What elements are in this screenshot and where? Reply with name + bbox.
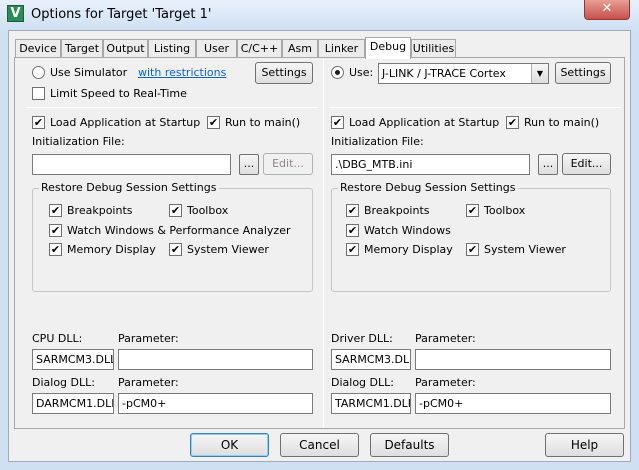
use-simulator-radio[interactable] (32, 66, 45, 79)
tab-utilities[interactable]: Utilities (411, 39, 456, 58)
left-memory-label: Memory Display (67, 243, 156, 256)
tab-user[interactable]: User (196, 39, 237, 58)
left-breakpoints-label: Breakpoints (67, 204, 133, 217)
left-toolbox-checkbox[interactable]: ✔ (169, 204, 182, 217)
left-run-to-main-label: Run to main() (225, 116, 301, 129)
right-load-app-checkbox[interactable]: ✔ (331, 116, 344, 129)
cpu-dll-param-label: Parameter: (118, 332, 179, 345)
chevron-down-icon[interactable]: ▼ (531, 64, 548, 83)
right-watch-checkbox[interactable]: ✔ (346, 224, 359, 237)
debug-panel: Use Simulator with restrictions Settings… (14, 57, 625, 429)
left-load-app-label: Load Application at Startup (50, 116, 201, 129)
right-memory-label: Memory Display (364, 243, 453, 256)
debugger-select[interactable]: J-LINK / J-TRACE Cortex ▼ (378, 63, 549, 84)
cpu-dll-input[interactable]: SARMCM3.DLL (32, 349, 114, 370)
left-system-viewer-label: System Viewer (187, 243, 269, 256)
tab-listing[interactable]: Listing (148, 39, 196, 58)
right-breakpoints-label: Breakpoints (364, 204, 430, 217)
right-browse-button[interactable]: ... (538, 154, 558, 175)
tab-asm[interactable]: Asm (282, 39, 318, 58)
right-run-to-main-checkbox[interactable]: ✔ (506, 116, 519, 129)
left-load-app-checkbox[interactable]: ✔ (32, 116, 45, 129)
left-init-file-label: Initialization File: (32, 135, 125, 148)
simulator-settings-button[interactable]: Settings (255, 62, 313, 84)
driver-dll-input[interactable]: SARMCM3.DLL (331, 349, 411, 370)
right-dialog-param-label: Parameter: (415, 376, 476, 389)
left-watch-checkbox[interactable]: ✔ (49, 224, 62, 237)
right-toolbox-checkbox[interactable]: ✔ (466, 204, 479, 217)
tab-output[interactable]: Output (103, 39, 148, 58)
left-watch-label: Watch Windows & Performance Analyzer (67, 224, 291, 237)
right-memory-checkbox[interactable]: ✔ (346, 243, 359, 256)
help-button[interactable]: Help (545, 433, 624, 457)
use-simulator-label: Use Simulator (50, 66, 128, 79)
panel-divider (323, 58, 324, 428)
left-toolbox-label: Toolbox (187, 204, 229, 217)
driver-dll-label: Driver DLL: (331, 332, 393, 345)
left-dialog-dll-label: Dialog DLL: (32, 376, 95, 389)
use-debugger-label: Use: (349, 66, 374, 79)
tab-device[interactable]: Device (15, 39, 61, 58)
window-title: Options for Target 'Target 1' (31, 7, 212, 22)
left-dialog-dll-input[interactable]: DARMCM1.DLL (32, 393, 114, 414)
left-init-file-input[interactable] (32, 154, 231, 175)
right-watch-label: Watch Windows (364, 224, 451, 237)
left-dialog-param-label: Parameter: (118, 376, 179, 389)
keil-app-icon: V (7, 5, 24, 22)
left-separator (26, 107, 318, 108)
right-run-to-main-label: Run to main() (524, 116, 600, 129)
right-dialog-dll-input[interactable]: TARMCM1.DLL (331, 393, 411, 414)
debugger-settings-button[interactable]: Settings (555, 62, 611, 84)
tab-c-cpp[interactable]: C/C++ (237, 39, 282, 58)
right-toolbox-label: Toolbox (484, 204, 526, 217)
left-system-viewer-checkbox[interactable]: ✔ (169, 243, 182, 256)
ok-button[interactable]: OK (190, 433, 269, 457)
tab-target[interactable]: Target (61, 39, 103, 58)
left-memory-checkbox[interactable]: ✔ (49, 243, 62, 256)
close-button[interactable]: ✕ (584, 0, 630, 20)
debugger-select-value: J-LINK / J-TRACE Cortex (382, 67, 506, 80)
left-browse-button[interactable]: ... (239, 154, 259, 175)
right-system-viewer-checkbox[interactable]: ✔ (466, 243, 479, 256)
tab-debug[interactable]: Debug (365, 37, 411, 59)
right-restore-title: Restore Debug Session Settings (338, 181, 518, 194)
left-breakpoints-checkbox[interactable]: ✔ (49, 204, 62, 217)
cpu-dll-label: CPU DLL: (32, 332, 83, 345)
right-dialog-dll-label: Dialog DLL: (331, 376, 394, 389)
limit-speed-checkbox[interactable] (32, 87, 45, 100)
cpu-dll-param-input[interactable] (118, 349, 313, 370)
cancel-button[interactable]: Cancel (280, 433, 359, 457)
left-dialog-param-input[interactable]: -pCM0+ (118, 393, 313, 414)
use-debugger-radio[interactable] (331, 66, 344, 79)
limit-speed-label: Limit Speed to Real-Time (50, 87, 187, 100)
right-separator (329, 107, 621, 108)
right-load-app-label: Load Application at Startup (349, 116, 500, 129)
driver-dll-param-input[interactable] (415, 349, 611, 370)
with-restrictions-link[interactable]: with restrictions (138, 66, 226, 79)
dialog-body: Device Target Output Listing User C/C++ … (8, 30, 631, 462)
right-system-viewer-label: System Viewer (484, 243, 566, 256)
driver-dll-param-label: Parameter: (415, 332, 476, 345)
options-dialog: V Options for Target 'Target 1' ✕ Device… (0, 0, 639, 470)
defaults-button[interactable]: Defaults (370, 433, 449, 457)
right-init-file-label: Initialization File: (331, 135, 424, 148)
right-breakpoints-checkbox[interactable]: ✔ (346, 204, 359, 217)
title-bar: V Options for Target 'Target 1' ✕ (0, 0, 639, 30)
left-edit-button[interactable]: Edit... (263, 153, 313, 175)
right-init-file-input[interactable]: .\DBG_MTB.ini (331, 154, 530, 175)
left-restore-title: Restore Debug Session Settings (39, 181, 219, 194)
right-edit-button[interactable]: Edit... (562, 153, 611, 175)
left-run-to-main-checkbox[interactable]: ✔ (207, 116, 220, 129)
tab-linker[interactable]: Linker (318, 39, 365, 58)
right-dialog-param-input[interactable]: -pCM0+ (415, 393, 611, 414)
